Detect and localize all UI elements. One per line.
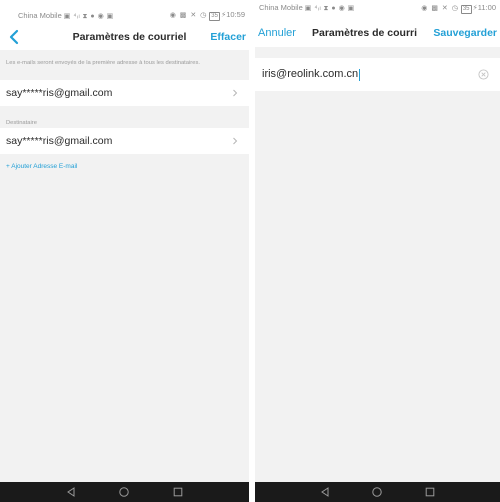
android-home-icon[interactable] <box>118 486 130 498</box>
android-nav-bar <box>255 482 500 502</box>
back-arrow-icon[interactable] <box>6 28 24 46</box>
android-home-icon[interactable] <box>371 486 383 498</box>
recipient-email-row[interactable]: say*****ris@gmail.com <box>0 128 249 154</box>
clock: 10:59 <box>226 10 245 19</box>
android-recents-icon[interactable] <box>172 486 184 498</box>
status-bar: China Mobile ▣ ⁴ᵢₗ ⧗ ● ◉ ▣ ◉ ▩ ✕ ◷ 35 ⚡10:5… <box>0 0 249 24</box>
chevron-right-icon <box>233 137 238 145</box>
carrier-name: China Mobile <box>259 3 303 12</box>
add-email-link[interactable]: + Ajouter Adresse E-mail <box>0 163 83 170</box>
email-input[interactable]: iris@reolink.com.cn <box>262 68 478 81</box>
android-back-icon[interactable] <box>319 486 331 498</box>
clock: 11:00 <box>477 2 496 12</box>
sender-email: say*****ris@gmail.com <box>6 87 113 99</box>
recipient-email: say*****ris@gmail.com <box>6 135 113 147</box>
battery-icon: 35 <box>460 4 472 14</box>
sender-note: Les e-mails seront envoyés de la premièr… <box>6 60 200 66</box>
battery-icon: 35 <box>209 12 220 21</box>
page-title: Paramètres de courri <box>312 27 418 39</box>
android-nav-bar <box>0 482 249 502</box>
clear-circle-icon[interactable] <box>478 69 489 80</box>
clear-button[interactable]: Effacer <box>210 31 246 43</box>
top-nav-bar: Annuler Paramètres de courri Sauvegarder <box>255 19 500 47</box>
status-bar: China Mobile ▣ ⁴ᵢₗ ⧗ ● ◉ ▣ ◉ ▩ ✕ ◷ 35 ⚡11:0… <box>255 0 500 19</box>
screenshot-pair: China Mobile ▣ ⁴ᵢₗ ⧗ ● ◉ ▣ ◉ ▩ ✕ ◷ 35 ⚡10:5… <box>0 0 500 502</box>
email-settings-screen: China Mobile ▣ ⁴ᵢₗ ⧗ ● ◉ ▣ ◉ ▩ ✕ ◷ 35 ⚡10:5… <box>0 0 249 502</box>
text-cursor <box>359 68 361 81</box>
chevron-right-icon <box>233 89 238 97</box>
cancel-button[interactable]: Annuler <box>258 27 296 39</box>
recipient-section-label: Destinataire <box>6 120 37 126</box>
signal-icons: ▣ ⁴ᵢₗ ⧗ ● ◉ ▣ <box>63 13 114 20</box>
android-recents-icon[interactable] <box>424 486 436 498</box>
edit-email-screen: China Mobile ▣ ⁴ᵢₗ ⧗ ● ◉ ▣ ◉ ▩ ✕ ◷ 35 ⚡11:0… <box>255 0 500 502</box>
sender-email-row[interactable]: say*****ris@gmail.com <box>0 80 249 106</box>
email-input-row: iris@reolink.com.cn <box>255 58 500 91</box>
top-nav-bar: Paramètres de courriel Effacer <box>0 24 249 50</box>
android-back-icon[interactable] <box>65 486 77 498</box>
signal-icons: ▣ ⁴ᵢₗ ⧗ ● ◉ ▣ <box>304 5 355 12</box>
carrier-name: China Mobile <box>18 11 62 20</box>
system-icons: ◉ ▩ ✕ ◷ <box>421 4 459 12</box>
save-button[interactable]: Sauvegarder <box>433 27 497 39</box>
system-icons: ◉ ▩ ✕ ◷ <box>169 12 208 19</box>
